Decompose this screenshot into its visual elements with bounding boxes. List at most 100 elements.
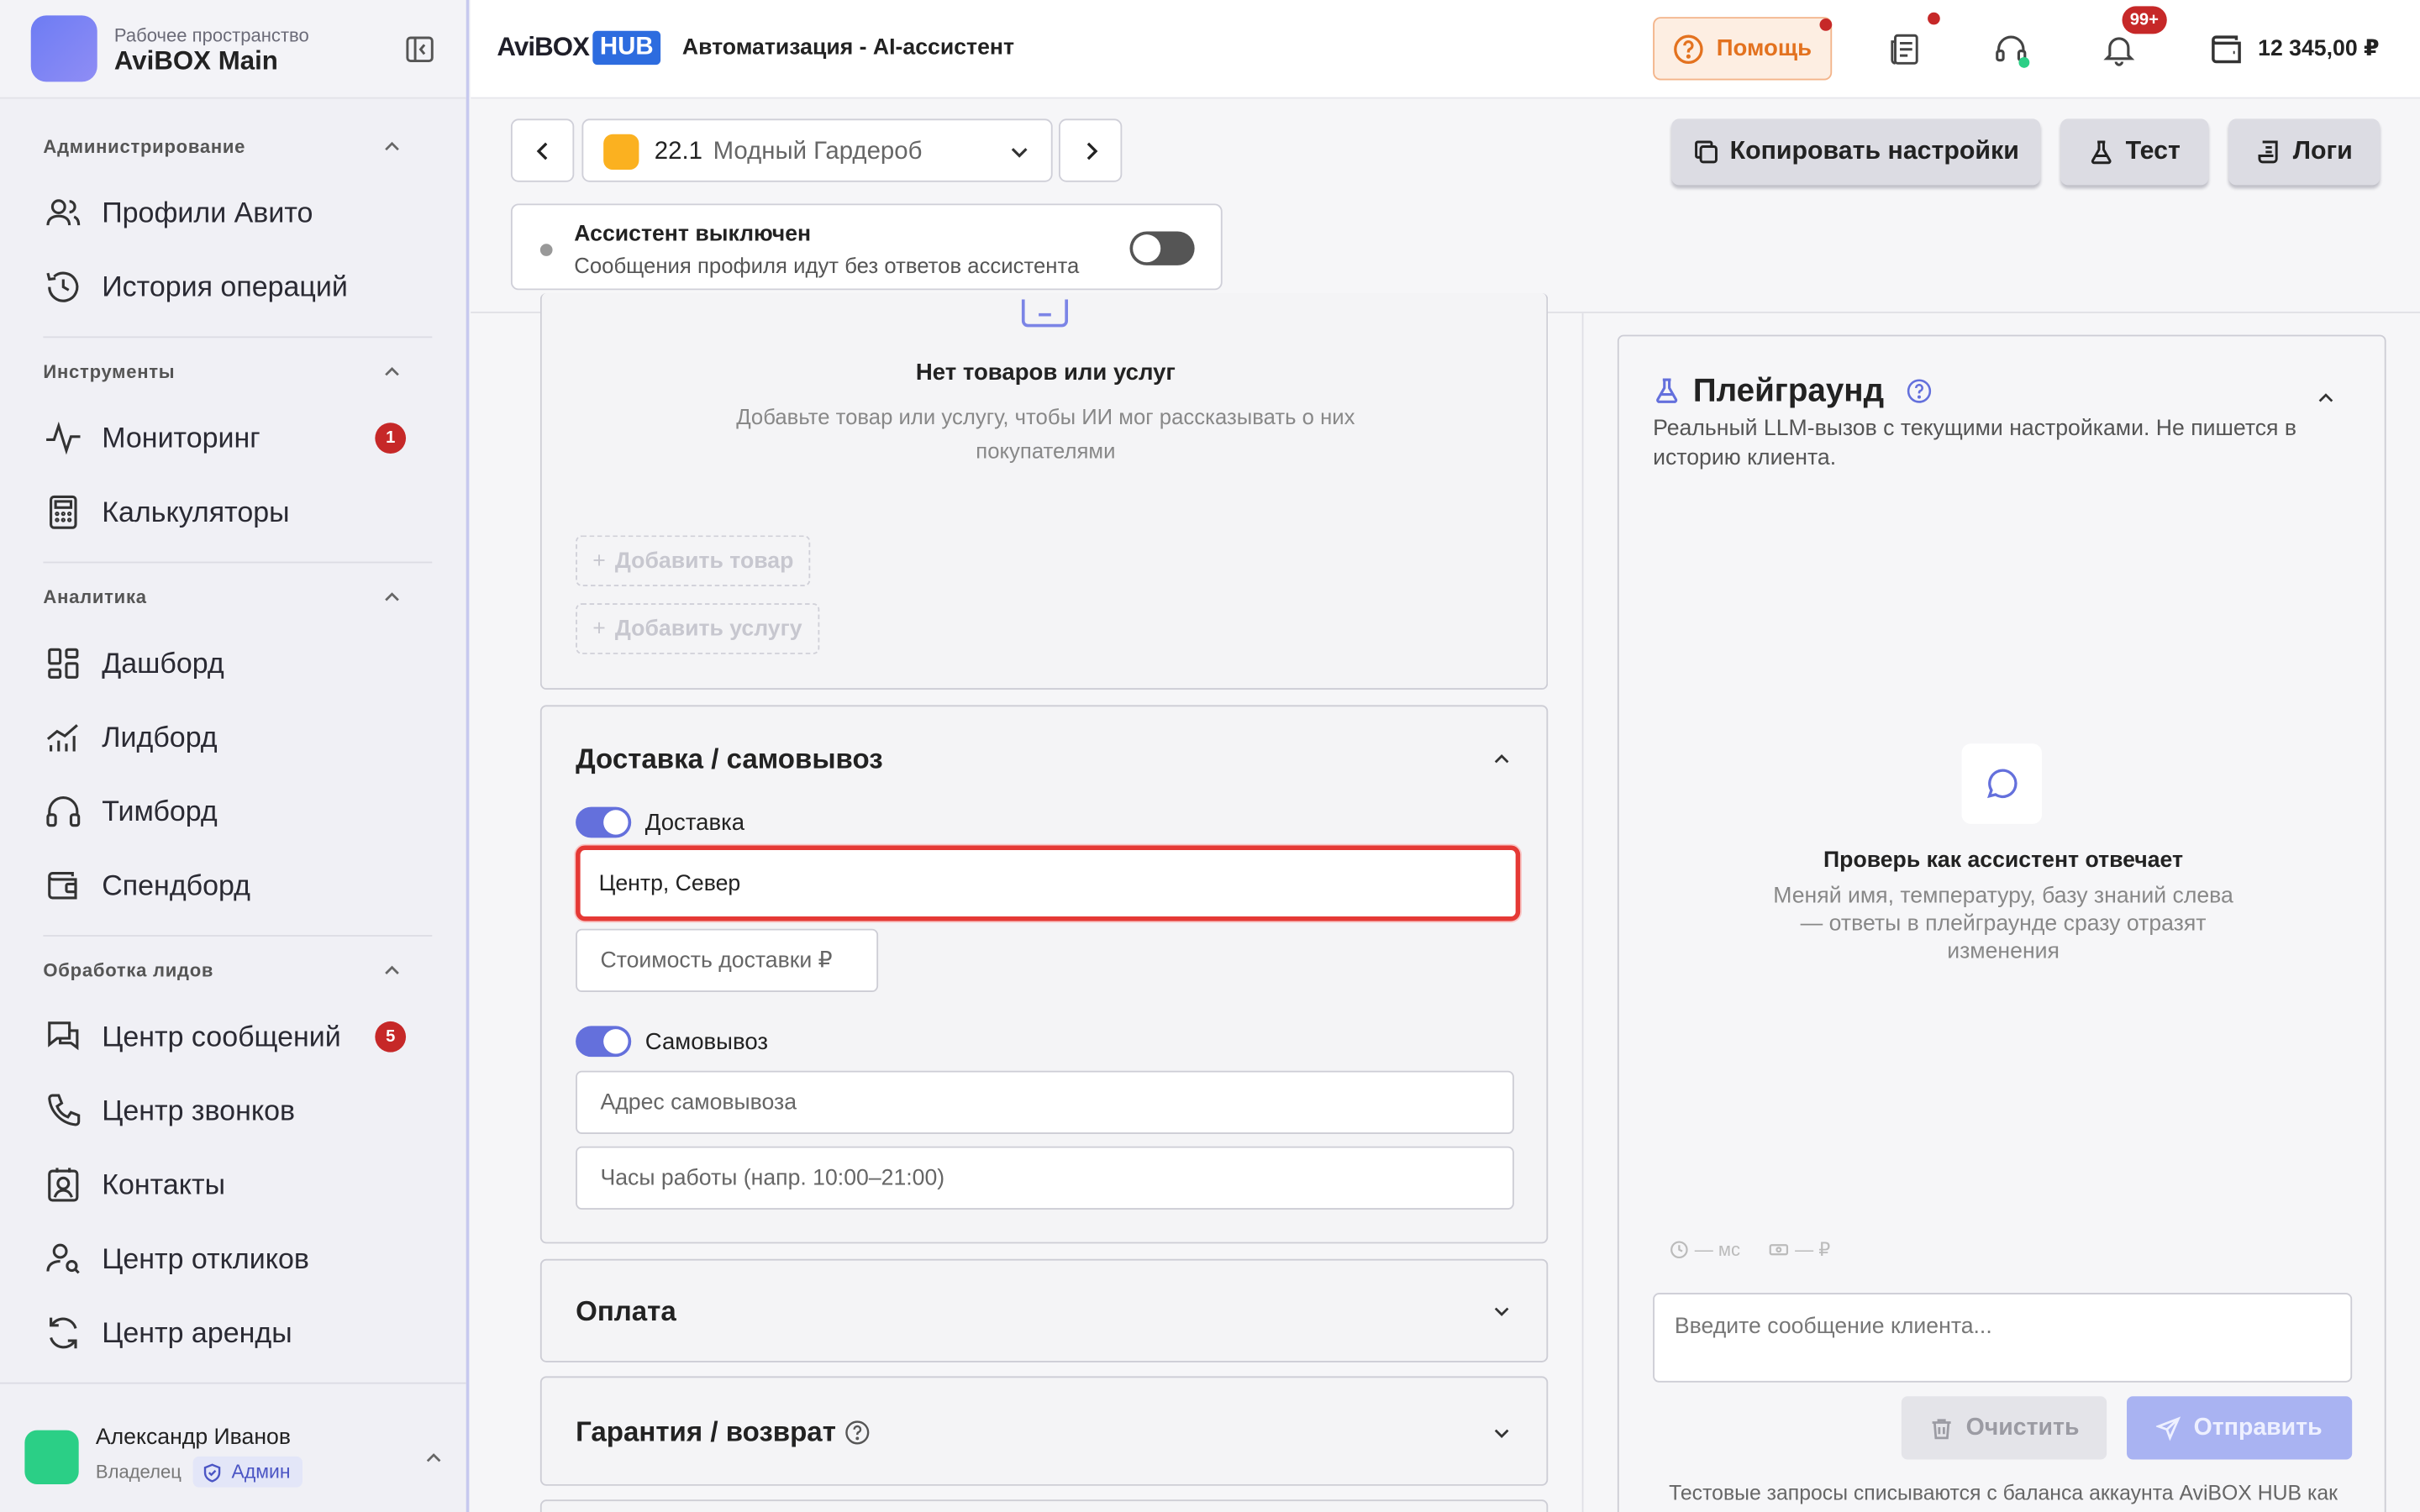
refresh-icon <box>50 1317 77 1349</box>
question-icon[interactable] <box>1906 378 1932 404</box>
pickup-hours-input[interactable]: Часы работы (напр. 10:00–21:00) <box>576 1146 1514 1210</box>
assistant-toggle[interactable] <box>1129 231 1195 265</box>
help-button[interactable]: Помощь <box>1653 17 1833 81</box>
phone-icon <box>48 1094 81 1126</box>
playground-description: Реальный LLM-вызов с текущими настройкам… <box>1653 416 2297 471</box>
add-product-button[interactable]: + Добавить товар <box>576 535 811 586</box>
sidebar-collapse-icon[interactable] <box>404 34 435 65</box>
online-indicator <box>2018 56 2030 68</box>
page-title: Автоматизация - AI-ассистент <box>681 35 1015 60</box>
sidebar-item-label: Мониторинг <box>102 421 260 454</box>
workspace-name: AviBOX Main <box>113 46 278 76</box>
status-dot <box>539 244 553 256</box>
copy-settings-button[interactable]: Копировать настройки <box>1671 118 2041 186</box>
next-card <box>539 1499 1549 1512</box>
chevron-up-icon[interactable] <box>383 363 402 381</box>
question-icon[interactable] <box>844 1420 870 1446</box>
trash-icon <box>1932 1418 1951 1439</box>
flask-icon <box>2091 140 2112 165</box>
sidebar-item-messages[interactable]: Центр сообщений 5 <box>43 1006 429 1068</box>
send-icon <box>2156 1415 2181 1441</box>
sidebar-item-teamboard[interactable]: Тимборд <box>43 780 429 842</box>
chevron-up-icon[interactable] <box>2317 389 2335 407</box>
chevron-up-icon[interactable] <box>424 1449 443 1467</box>
chevron-up-icon[interactable] <box>383 137 402 155</box>
test-button[interactable]: Тест <box>2060 118 2209 186</box>
app-root: Рабочее пространство AviBOX Main Админис… <box>0 0 2420 1512</box>
copy-settings-label: Копировать настройки <box>1729 137 2019 165</box>
pickup-toggle[interactable] <box>576 1026 632 1058</box>
sidebar-item-history[interactable]: История операций <box>43 256 429 318</box>
sidebar-item-monitoring[interactable]: Мониторинг 1 <box>43 407 429 469</box>
app-logo[interactable]: AviBOX HUB <box>497 30 661 66</box>
admin-badge: Админ <box>192 1456 303 1488</box>
copy-icon <box>1694 140 1718 164</box>
playground-title: Плейграунд <box>1692 373 1885 409</box>
pickup-address-input[interactable]: Адрес самовывоза <box>576 1070 1514 1135</box>
send-button[interactable]: Отправить <box>2127 1396 2353 1460</box>
chevron-up-icon[interactable] <box>383 588 402 606</box>
sidebar-item-responses[interactable]: Центр откликов <box>43 1228 429 1289</box>
wallet-icon[interactable] <box>2208 31 2245 68</box>
sidebar-item-label: Спендборд <box>102 869 250 901</box>
next-profile-button[interactable] <box>1059 118 1123 182</box>
workspace-logo <box>30 15 97 82</box>
dashboard-icon <box>48 648 79 679</box>
products-card: Нет товаров или услуг Добавьте товар или… <box>539 292 1549 690</box>
sidebar-item-rent[interactable]: Центр аренды <box>43 1302 429 1363</box>
user-search-icon <box>46 1243 80 1274</box>
add-service-button[interactable]: + Добавить услугу <box>576 603 819 654</box>
section-title-analytics: Аналитика <box>43 585 147 608</box>
cost-stat: — ₽ <box>1769 1239 1830 1261</box>
headphones-icon <box>46 796 81 827</box>
logo-text: AviBOX <box>497 32 590 62</box>
delivery-toggle[interactable] <box>576 806 632 838</box>
profile-select[interactable]: 22.1 Модный Гардероб <box>581 118 1053 182</box>
balance[interactable]: 12 345,00 ₽ <box>2258 37 2379 61</box>
chevron-up-icon[interactable] <box>1492 750 1511 769</box>
plus-icon: + <box>592 548 606 574</box>
profile-number: 22.1 <box>654 139 702 165</box>
delivery-zones-input[interactable]: Центр, Север <box>576 845 1521 921</box>
chart-icon <box>46 724 78 752</box>
user-name: Александр Иванов <box>95 1425 292 1451</box>
sidebar-item-leadboard[interactable]: Лидборд <box>43 706 429 768</box>
user-menu[interactable]: Александр Иванов Владелец Админ <box>0 1382 466 1512</box>
top-bar: AviBOX HUB Автоматизация - AI-ассистент … <box>471 0 2420 99</box>
chevron-up-icon[interactable] <box>383 961 402 979</box>
sidebar-item-dashboard[interactable]: Дашборд <box>43 633 429 694</box>
playground-empty-line2: — ответы в плейграунде сразу отразят <box>1800 911 2207 937</box>
prev-profile-button[interactable] <box>510 118 575 182</box>
sidebar-item-label: Калькуляторы <box>102 495 290 528</box>
sidebar: Рабочее пространство AviBOX Main Админис… <box>0 0 470 1512</box>
payment-card[interactable]: Оплата <box>539 1258 1549 1362</box>
latency-stat: — мс <box>1670 1239 1740 1261</box>
section-title-leads: Обработка лидов <box>43 959 214 982</box>
delivery-cost-input[interactable]: Стоимость доставки ₽ <box>576 928 879 993</box>
sidebar-item-spendboard[interactable]: Спендборд <box>43 855 429 916</box>
user-role: Владелец <box>95 1461 182 1483</box>
sidebar-item-contacts[interactable]: Контакты <box>43 1154 429 1215</box>
sidebar-item-calculators[interactable]: Калькуляторы <box>43 481 429 543</box>
sidebar-item-avito-profiles[interactable]: Профили Авито <box>43 182 429 244</box>
help-label: Помощь <box>1716 35 1812 62</box>
sidebar-item-label: Дашборд <box>102 646 224 680</box>
logs-icon <box>2257 140 2278 164</box>
assistant-status-subtitle: Сообщения профиля идут без ответов ассис… <box>574 253 1080 278</box>
workspace-switcher[interactable]: Рабочее пространство AviBOX Main <box>0 0 466 99</box>
section-title-tools: Инструменты <box>43 360 176 383</box>
client-message-input[interactable]: Введите сообщение клиента... <box>1653 1293 2353 1383</box>
logs-button[interactable]: Логи <box>2228 118 2381 186</box>
messages-badge: 5 <box>375 1021 407 1053</box>
bell-icon[interactable] <box>2101 31 2138 68</box>
help-indicator <box>1819 18 1833 31</box>
warranty-card[interactable]: Гарантия / возврат <box>539 1376 1549 1486</box>
playground-panel: Плейграунд Реальный LLM-вызов с текущими… <box>1617 334 2386 1512</box>
payment-title: Оплата <box>576 1295 676 1327</box>
sidebar-item-calls[interactable]: Центр звонков <box>43 1080 429 1142</box>
avatar <box>24 1430 79 1484</box>
test-label: Тест <box>2125 137 2181 165</box>
news-icon[interactable] <box>1886 31 1923 68</box>
add-product-label: Добавить товар <box>614 548 794 574</box>
clear-button[interactable]: Очистить <box>1901 1396 2107 1460</box>
